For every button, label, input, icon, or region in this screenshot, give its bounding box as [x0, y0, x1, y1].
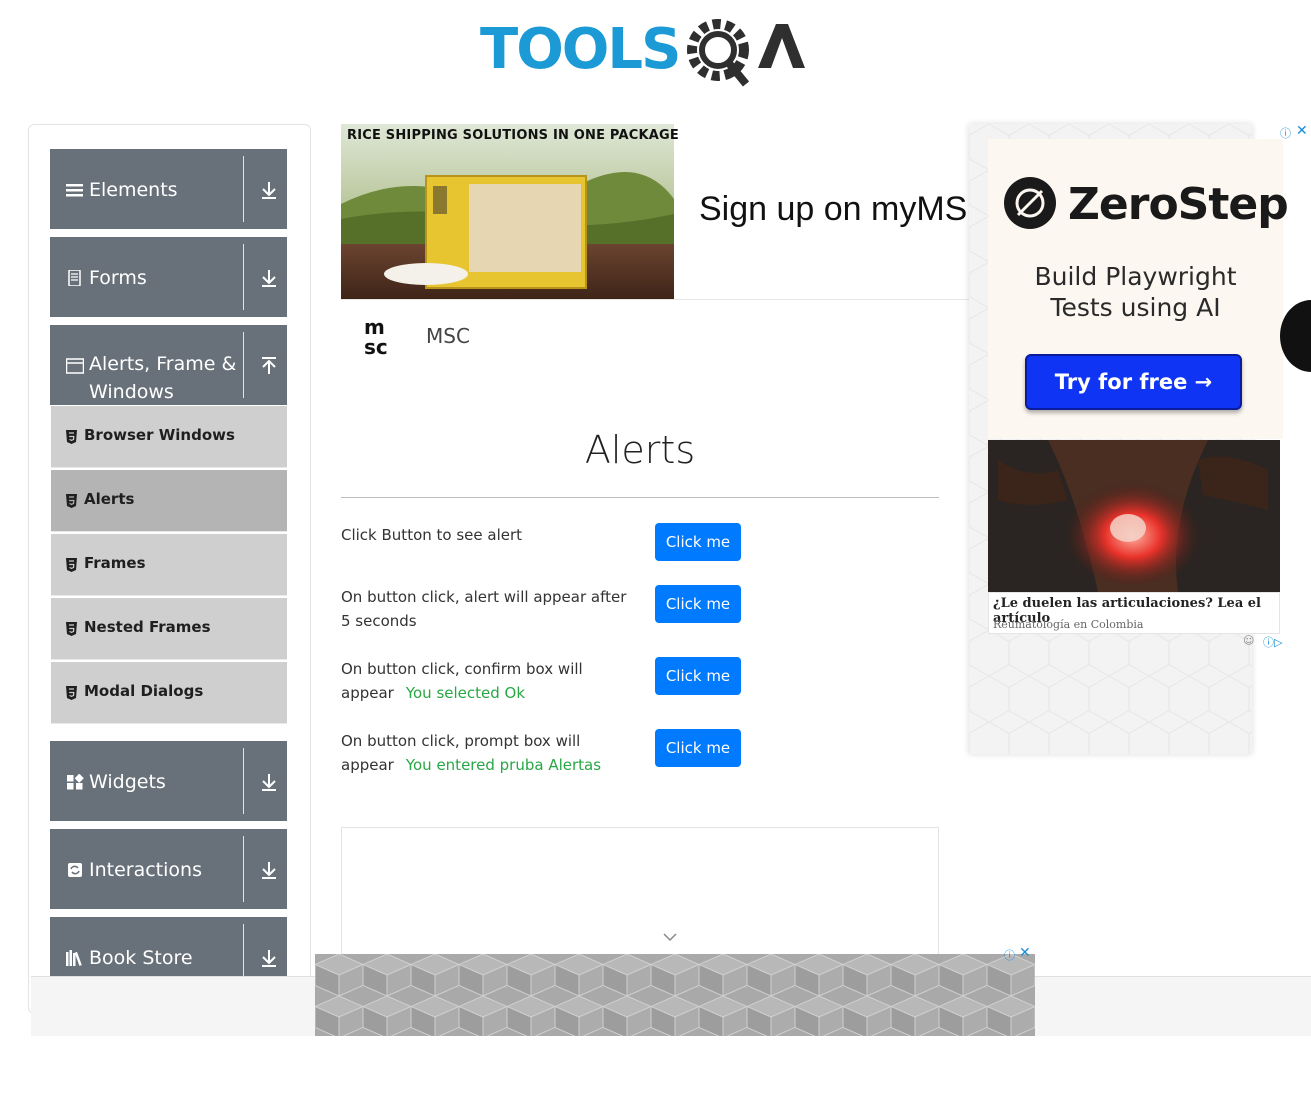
sidebar-item-modal-dialogs[interactable]: Modal Dialogs [51, 662, 287, 724]
bottom-banner-ad[interactable] [315, 954, 1035, 1036]
sidebar-item-label: Nested Frames [84, 618, 211, 636]
menu-icon [66, 184, 83, 197]
close-icon[interactable]: ✕ [1296, 123, 1308, 139]
adchoices-icon[interactable]: ⓘ▷ [1263, 634, 1282, 650]
sidebar-item-label: Alerts [84, 490, 135, 508]
html5-icon [66, 494, 77, 508]
sidebar-group-label: Widgets [89, 771, 166, 793]
page-title: Alerts [584, 428, 696, 472]
knee-ad-text[interactable]: ¿Le duelen las articulaciones? Lea el ar… [988, 592, 1280, 634]
timer-alert-button[interactable]: Click me [655, 585, 741, 623]
toolsqa-logo[interactable]: TOOLS [480, 16, 805, 92]
prompt-button[interactable]: Click me [655, 729, 741, 767]
chevron-down-icon[interactable] [663, 932, 677, 942]
sidebar-group-alerts-frame-windows[interactable]: Alerts, Frame & Windows [50, 325, 287, 405]
divider [243, 244, 244, 310]
confirm-button[interactable]: Click me [655, 657, 741, 695]
sidebar-item-label: Browser Windows [84, 426, 235, 444]
zerostep-logo-icon [1004, 177, 1056, 229]
sidebar-group-label: Alerts, Frame & Windows [89, 353, 237, 403]
row-text: Click Button to see alert [341, 526, 523, 544]
close-icon[interactable]: ✕ [1019, 945, 1031, 961]
row-text: On button click, alert will appear after… [341, 588, 627, 630]
ad-caption: RICE SHIPPING SOLUTIONS IN ONE PACKAGE [347, 128, 679, 143]
sidebar-group-elements[interactable]: Elements [50, 149, 287, 229]
sidebar-group-widgets[interactable]: Widgets [50, 741, 287, 821]
download-arrow-icon[interactable] [260, 860, 278, 880]
divider [243, 156, 244, 222]
html5-icon [66, 622, 77, 636]
sidebar-item-label: Modal Dialogs [84, 682, 204, 700]
sidebar-item-frames[interactable]: Frames [51, 534, 287, 596]
divider [243, 836, 244, 902]
confirm-row-description: On button click, confirm box will appear… [341, 657, 601, 705]
html5-icon [66, 558, 77, 572]
sidebar-group-label: Book Store [89, 947, 193, 969]
msc-logo-icon: m sc [364, 316, 388, 358]
ad-article-source: Reumatología en Colombia [993, 618, 1144, 631]
download-arrow-icon[interactable] [260, 180, 278, 200]
try-for-free-button[interactable]: Try for free → [1025, 354, 1242, 410]
cube-pattern-ad-image [315, 954, 1035, 1036]
download-arrow-icon[interactable] [260, 772, 278, 792]
top-banner-ad[interactable]: RICE SHIPPING SOLUTIONS IN ONE PACKAGE S… [341, 124, 981, 300]
sidebar-item-label: Frames [84, 554, 146, 572]
confirm-result: You selected Ok [405, 684, 526, 702]
timer-alert-row-description: On button click, alert will appear after… [341, 585, 631, 633]
prompt-row-description: On button click, prompt box will appear Y… [341, 729, 631, 777]
divider [341, 497, 939, 498]
html5-icon [66, 686, 77, 700]
interactions-icon [68, 863, 82, 877]
alert-button[interactable]: Click me [655, 523, 741, 561]
svg-text:sc: sc [364, 335, 388, 358]
sidebar-item-nested-frames[interactable]: Nested Frames [51, 598, 287, 660]
knee-pain-ad-image[interactable] [988, 440, 1280, 592]
sidebar-item-alerts[interactable]: Alerts [51, 470, 287, 532]
prompt-result: You entered pruba Alertas [405, 756, 602, 774]
advertiser-name: MSC [426, 324, 470, 348]
bookstore-icon [66, 950, 82, 966]
sidebar-item-browser-windows[interactable]: Browser Windows [51, 406, 287, 468]
alert-row-description: Click Button to see alert [341, 523, 641, 547]
download-arrow-icon[interactable] [260, 268, 278, 288]
sidebar: Elements Forms Alerts, Frame & Windows B… [28, 124, 311, 1014]
sidebar-group-label: Interactions [89, 859, 202, 881]
download-arrow-icon[interactable] [260, 948, 278, 968]
html5-icon [66, 430, 77, 444]
widgets-icon [67, 774, 84, 790]
window-icon [66, 358, 84, 374]
sidebar-group-label: Elements [89, 179, 178, 201]
ad-tagline-line: Tests using AI [1050, 293, 1221, 322]
adchoices-icon[interactable]: ⓘ [1004, 947, 1015, 963]
divider [243, 748, 244, 814]
ad-tagline: Build Playwright Tests using AI [988, 261, 1283, 323]
sidebar-group-forms[interactable]: Forms [50, 237, 287, 317]
form-icon [68, 270, 81, 286]
zerostep-ad-card[interactable]: ZeroStep Build Playwright Tests using AI… [988, 139, 1289, 439]
upload-arrow-icon[interactable] [260, 356, 278, 376]
divider [243, 332, 244, 398]
ad-avatar-icon: ☺ [1243, 634, 1255, 647]
sidebar-group-interactions[interactable]: Interactions [50, 829, 287, 909]
ad-placeholder-box [341, 827, 939, 967]
rice-shipping-ad-image [341, 124, 674, 299]
ad-tagline-line: Build Playwright [1034, 262, 1237, 291]
ad-headline[interactable]: Sign up on myMSC [699, 190, 981, 229]
sidebar-group-label: Forms [89, 267, 147, 289]
ad-brand: ZeroStep [1068, 179, 1289, 230]
floating-circle [1280, 300, 1311, 372]
svg-text:TOOLS: TOOLS [480, 17, 679, 82]
